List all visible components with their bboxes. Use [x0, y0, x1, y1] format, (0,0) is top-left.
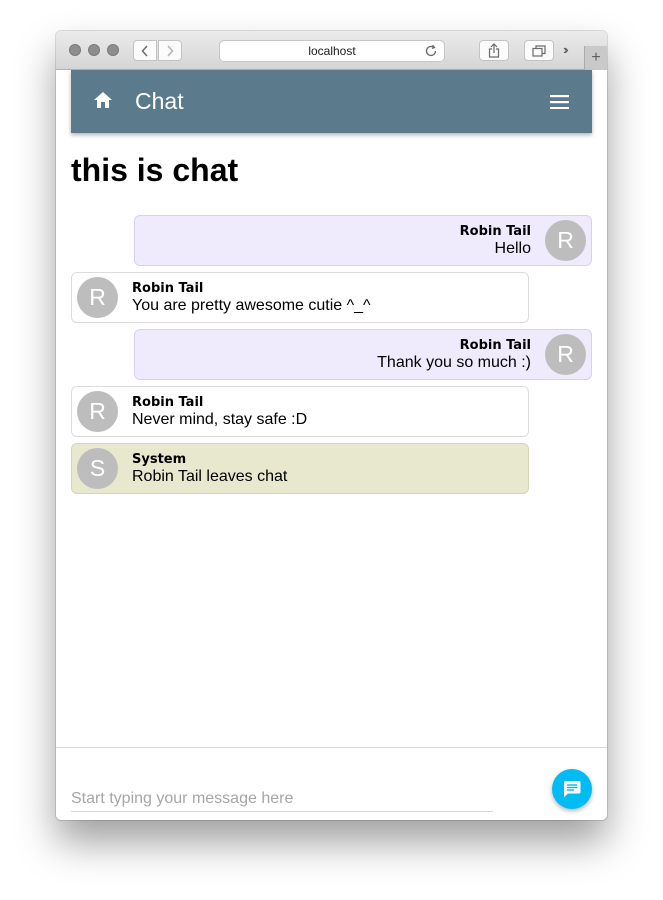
chat-bubble-icon [563, 781, 581, 798]
zoom-window-button[interactable] [107, 44, 119, 56]
message-author: Robin Tail [132, 395, 204, 410]
chevron-left-icon [141, 44, 148, 57]
message-item: R Robin Tail You are pretty awesome cuti… [71, 272, 529, 323]
message-item: R Robin Tail Never mind, stay safe :D [71, 386, 529, 437]
forward-button[interactable] [158, 40, 182, 61]
message-item: R Robin Tail Thank you so much :) [134, 329, 592, 380]
tabs-icon [532, 44, 546, 57]
avatar: S [77, 448, 118, 489]
reload-icon[interactable] [424, 44, 438, 58]
minimize-window-button[interactable] [88, 44, 100, 56]
share-icon [488, 43, 500, 58]
app-title: Chat [135, 88, 184, 114]
system-message-item: S System Robin Tail leaves chat [71, 443, 529, 494]
message-author: Robin Tail [132, 281, 204, 296]
message-text: You are pretty awesome cutie ^_^ [132, 297, 371, 314]
send-message-button[interactable] [552, 769, 592, 809]
avatar: R [77, 391, 118, 432]
message-text: Never mind, stay safe :D [132, 411, 308, 428]
message-text: Thank you so much :) [377, 354, 531, 371]
home-icon[interactable] [93, 91, 113, 109]
message-author: Robin Tail [459, 224, 531, 239]
chevron-right-icon [167, 44, 174, 57]
close-window-button[interactable] [69, 44, 81, 56]
composer-divider [56, 747, 607, 748]
share-button[interactable] [479, 40, 509, 61]
more-toolbar-chevron-icon[interactable]: ›› [563, 42, 568, 57]
avatar: R [545, 220, 586, 261]
message-author: System [132, 452, 187, 467]
browser-toolbar: localhost ›› + [56, 31, 607, 70]
message-input[interactable] [71, 787, 493, 812]
page-title: this is chat [71, 152, 239, 188]
message-item: R Robin Tail Hello [134, 215, 592, 266]
avatar: R [77, 277, 118, 318]
avatar: R [545, 334, 586, 375]
app-bar: Chat [71, 70, 592, 133]
address-text: localhost [308, 44, 356, 58]
browser-window: localhost ›› + Chat this is chat R Robin… [56, 31, 607, 820]
message-text: Hello [494, 240, 531, 257]
back-button[interactable] [133, 40, 157, 61]
show-tabs-button[interactable] [524, 40, 554, 61]
address-bar[interactable]: localhost [219, 40, 445, 62]
new-tab-button[interactable]: + [584, 46, 607, 70]
message-text: Robin Tail leaves chat [132, 468, 288, 485]
message-author: Robin Tail [459, 338, 531, 353]
hamburger-menu-icon[interactable] [550, 95, 569, 109]
